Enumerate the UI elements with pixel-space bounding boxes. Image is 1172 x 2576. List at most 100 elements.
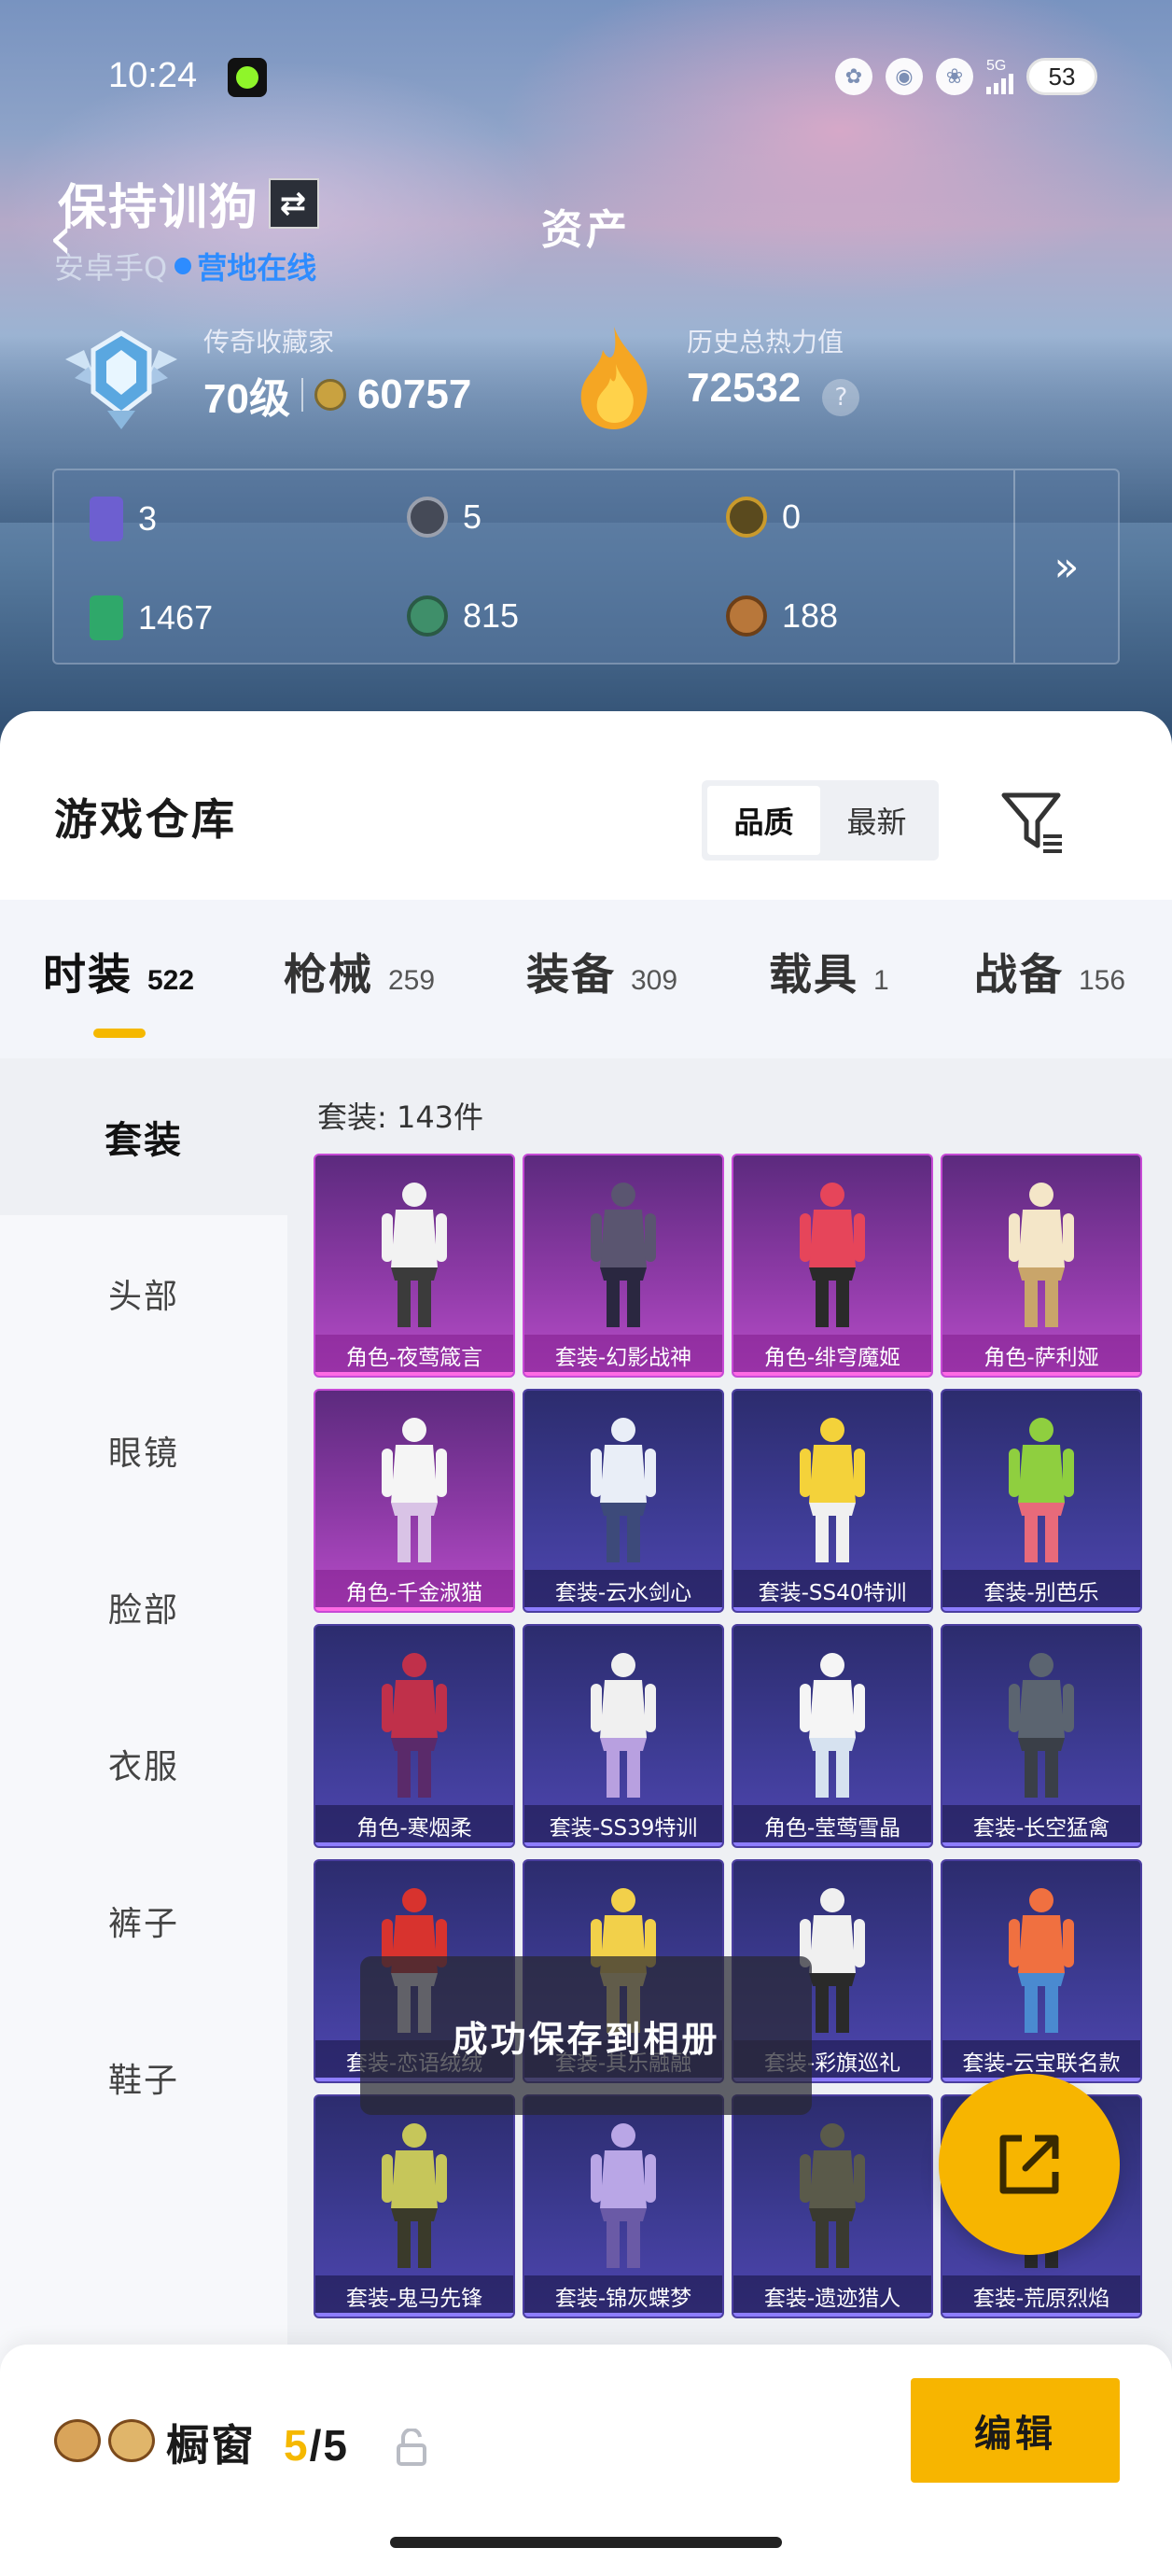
rarity-bar: [315, 1607, 513, 1611]
level-value: 70级: [203, 376, 290, 422]
collector-label: 传奇收藏家: [203, 327, 335, 357]
tab-guns[interactable]: 枪械 259: [284, 941, 435, 1002]
item-card[interactable]: 套装-鬼马先锋: [314, 2094, 515, 2318]
item-card[interactable]: 套装-SS39特训: [523, 1624, 724, 1848]
showcase-count: 5/5: [284, 2420, 349, 2471]
tab-count: 259: [388, 965, 436, 996]
resource-value: 3: [138, 499, 158, 538]
outfit-figure-icon: [800, 1653, 865, 1798]
subcategory-sidebar: 套装 头部 眼镜 脸部 衣服 裤子 鞋子: [0, 1058, 287, 2447]
points-coin-icon: [314, 379, 346, 411]
account-info: 安卓手Q 营地在线: [54, 245, 316, 287]
notification-app-icon: ✿: [835, 58, 872, 95]
tab-fashion[interactable]: 时装 522: [43, 941, 194, 1002]
item-name: 角色-绯穹魔姬: [733, 1335, 931, 1376]
tab-count: 309: [631, 965, 678, 996]
tab-label: 战备: [974, 949, 1064, 1000]
sort-quality-button[interactable]: 品质: [707, 786, 820, 855]
rarity-bar: [733, 1372, 931, 1376]
sidebar-item-glasses[interactable]: 眼镜: [0, 1372, 287, 1529]
item-card[interactable]: 角色-莹莺雪晶: [732, 1624, 933, 1848]
more-resources-button[interactable]: »: [1013, 470, 1118, 663]
tab-vehicles[interactable]: 载具 1: [769, 941, 889, 1002]
switch-account-icon[interactable]: ⇄: [269, 177, 320, 229]
item-card[interactable]: 角色-绯穹魔姬: [732, 1154, 933, 1378]
item-card[interactable]: 套装-长空猛禽: [941, 1624, 1142, 1848]
item-card[interactable]: 套装-云水剑心: [523, 1389, 724, 1613]
item-card[interactable]: 角色-寒烟柔: [314, 1624, 515, 1848]
item-count: 套装: 143件: [317, 1099, 484, 1135]
item-card[interactable]: 套装-云宝联名款: [941, 1859, 1142, 2083]
resource-item: 188: [726, 595, 838, 637]
rarity-bar: [733, 1842, 931, 1846]
rarity-bar: [942, 1372, 1140, 1376]
showcase-label: 橱窗 5/5: [166, 2412, 349, 2473]
edit-button[interactable]: 编辑: [911, 2378, 1120, 2483]
rarity-bar: [524, 1607, 722, 1611]
tab-count: 156: [1079, 965, 1126, 996]
sidebar-item-face[interactable]: 脸部: [0, 1529, 287, 1686]
resource-item: 3: [90, 497, 157, 541]
item-card[interactable]: 套装-遗迹猎人: [732, 2094, 933, 2318]
heat-label: 历史总热力值: [687, 327, 844, 357]
item-card[interactable]: 套装-别芭乐: [941, 1389, 1142, 1613]
flame-icon: [580, 327, 648, 429]
resource-item: 5: [407, 497, 481, 538]
app-notification-icon: [228, 58, 267, 97]
home-indicator[interactable]: [390, 2537, 782, 2548]
sort-toggle: 品质 最新: [702, 780, 939, 861]
rarity-bar: [315, 1372, 513, 1376]
tab-equipment[interactable]: 装备 309: [526, 941, 677, 1002]
tab-count: 1: [873, 965, 889, 996]
filter-icon[interactable]: [1000, 790, 1066, 855]
rarity-bar: [733, 1607, 931, 1611]
outfit-figure-icon: [800, 1418, 865, 1562]
outfit-figure-icon: [591, 1653, 656, 1798]
category-tabs: 时装 522 枪械 259 装备 309 载具 1 战备 156: [0, 900, 1172, 1058]
help-icon[interactable]: ?: [822, 378, 860, 416]
sort-latest-button[interactable]: 最新: [820, 786, 933, 855]
rarity-bar: [315, 2313, 513, 2317]
share-button[interactable]: [939, 2074, 1120, 2255]
sidebar-item-head[interactable]: 头部: [0, 1215, 287, 1372]
item-card[interactable]: 角色-夜莺箴言: [314, 1154, 515, 1378]
status-time: 10:24: [108, 56, 198, 95]
account-type: 安卓手Q: [54, 250, 168, 286]
item-name: 套装-幻影战神: [524, 1335, 722, 1376]
item-card[interactable]: 角色-萨利娅: [941, 1154, 1142, 1378]
battery-icon: 53: [1026, 58, 1097, 95]
showcase-current: 5: [284, 2421, 310, 2470]
rarity-bar: [524, 2313, 722, 2317]
pet-bear-icon: [54, 2419, 101, 2462]
tab-supplies[interactable]: 战备 156: [974, 941, 1125, 1002]
item-name: 套装-锦灰蝶梦: [524, 2275, 722, 2317]
sidebar-item-sets[interactable]: 套装: [0, 1058, 287, 1215]
item-name: 套装-SS39特训: [524, 1805, 722, 1846]
sidebar-item-pants[interactable]: 裤子: [0, 1842, 287, 1999]
item-name: 角色-萨利娅: [942, 1335, 1140, 1376]
resource-panel: 3 5 0 1467 815 188 »: [52, 469, 1120, 665]
share-icon: [999, 2135, 1059, 2194]
item-card[interactable]: 角色-千金淑猫: [314, 1389, 515, 1613]
resource-item: 1467: [90, 595, 213, 640]
rarity-bar: [524, 1842, 722, 1846]
heat-value: 72532: [687, 365, 802, 411]
item-card[interactable]: 套装-幻影战神: [523, 1154, 724, 1378]
resource-value: 5: [463, 497, 482, 536]
sidebar-item-shoes[interactable]: 鞋子: [0, 1999, 287, 2156]
tab-label: 装备: [526, 949, 616, 1000]
outfit-figure-icon: [800, 1183, 865, 1327]
item-card[interactable]: 套装-SS40特训: [732, 1389, 933, 1613]
item-card[interactable]: 套装-锦灰蝶梦: [523, 2094, 724, 2318]
tab-label: 时装: [43, 949, 133, 1000]
rarity-bar: [524, 1372, 722, 1376]
sidebar-item-clothes[interactable]: 衣服: [0, 1686, 287, 1842]
heat-stats: 历史总热力值 72532 ?: [687, 322, 860, 416]
item-name: 角色-夜莺箴言: [315, 1335, 513, 1376]
outfit-figure-icon: [1009, 1418, 1074, 1562]
divider: [300, 378, 303, 412]
item-name: 套装-鬼马先锋: [315, 2275, 513, 2317]
gold-resource-icon: [726, 497, 767, 538]
toast-message: 成功保存到相册: [360, 1956, 812, 2115]
pet-icons: [54, 2419, 155, 2462]
